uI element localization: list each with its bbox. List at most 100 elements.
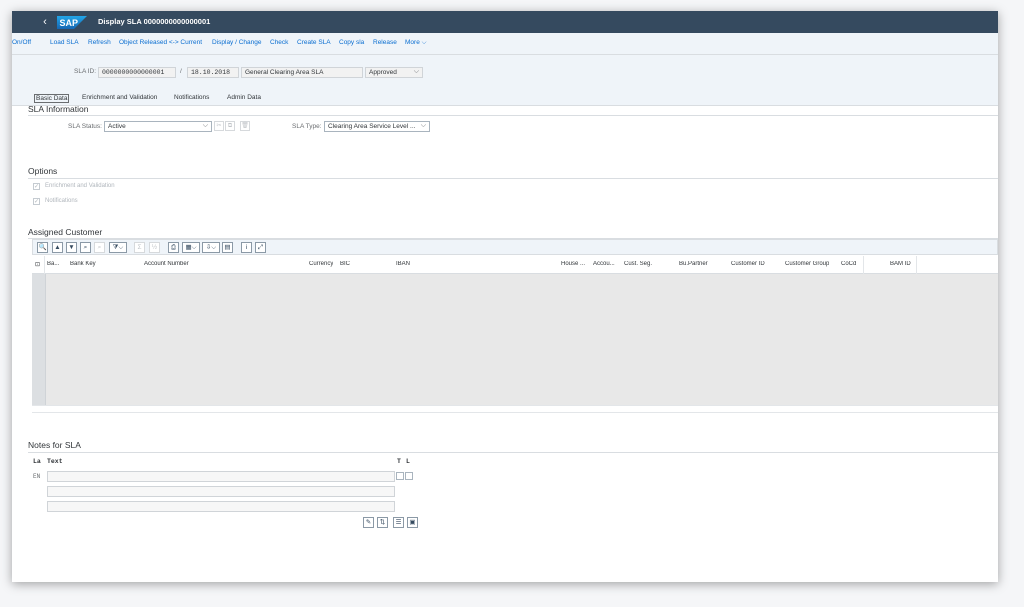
- on-off-button[interactable]: On/Off: [12, 39, 31, 46]
- enrichment-validation-checkbox[interactable]: ✓: [33, 183, 40, 190]
- copy-sla-button[interactable]: Copy sla: [339, 39, 364, 46]
- more-menu-button[interactable]: More ⌵: [405, 39, 427, 47]
- section-divider: [28, 178, 998, 179]
- note-text-input[interactable]: [47, 471, 395, 482]
- table-toolbar: 🔍 ▲ ▼ ⌕ ⌕ ⧩⌵ Σ ½ ⎙ ▦⌵ ⇩⌵ ▤ i ⤢: [32, 239, 998, 255]
- note-save-icon[interactable]: ▣: [407, 517, 418, 528]
- column-header[interactable]: CoCd: [841, 261, 856, 267]
- clear-icon[interactable]: ✂: [214, 121, 224, 131]
- filter-icon[interactable]: ⧩⌵: [109, 242, 127, 253]
- sla-type-label: SLA Type:: [292, 123, 322, 130]
- column-header[interactable]: House ...: [561, 261, 585, 267]
- approval-status-dropdown[interactable]: Approved ⌵: [365, 67, 423, 78]
- export-icon[interactable]: ⇩⌵: [202, 242, 220, 253]
- chevron-down-icon: ⌵: [421, 39, 427, 46]
- select-all-icon[interactable]: ⊡: [35, 261, 40, 268]
- sla-id-field[interactable]: 0000000000000001: [98, 67, 176, 78]
- layout-icon[interactable]: ▤: [222, 242, 233, 253]
- column-header[interactable]: Customer Group: [785, 261, 829, 267]
- note-edit-icon[interactable]: ✎: [363, 517, 374, 528]
- column-header[interactable]: Ba...: [47, 261, 69, 267]
- trash-icon[interactable]: 🗑: [240, 121, 250, 131]
- object-header: SLA ID: 0000000000000001 / 18.10.2018 Ge…: [12, 55, 998, 106]
- application-toolbar: On/Off Load SLA Refresh Object Released …: [12, 33, 998, 55]
- enrichment-validation-label: Enrichment and Validation: [45, 183, 115, 189]
- note-language: EN: [33, 473, 41, 480]
- notifications-checkbox[interactable]: ✓: [33, 198, 40, 205]
- column-header[interactable]: Cust. Seg.: [624, 261, 652, 267]
- check-button[interactable]: Check: [270, 39, 288, 46]
- assigned-customer-title: Assigned Customer: [28, 227, 103, 237]
- column-header[interactable]: Currency: [309, 261, 333, 267]
- sla-information-title: SLA Information: [28, 104, 89, 114]
- sap-logo-text: SAP: [60, 18, 79, 28]
- date-field[interactable]: 18.10.2018: [187, 67, 239, 78]
- row-selector-column[interactable]: [32, 274, 46, 405]
- app-window: ‹ SAP Display SLA 0000000000000001 On/Of…: [12, 11, 998, 582]
- more-label: More: [405, 39, 420, 46]
- note-sort-icon[interactable]: ⇅: [377, 517, 388, 528]
- chevron-down-icon: ⌵: [202, 122, 208, 129]
- tab-enrichment-validation[interactable]: Enrichment and Validation: [82, 94, 157, 101]
- section-divider: [28, 452, 998, 453]
- sla-id-label: SLA ID:: [74, 68, 97, 75]
- app-title: Display SLA 0000000000000001: [98, 17, 211, 26]
- customer-table-body[interactable]: [32, 274, 998, 405]
- sap-logo: SAP: [57, 16, 87, 29]
- copy-icon[interactable]: ⧉: [225, 121, 235, 131]
- notes-title: Notes for SLA: [28, 440, 81, 450]
- object-released-current-button[interactable]: Object Released <-> Current: [119, 39, 202, 46]
- note-text-input[interactable]: [47, 501, 395, 512]
- note-list-icon[interactable]: ☰: [393, 517, 404, 528]
- sla-type-value: Clearing Area Service Level ...: [328, 123, 416, 130]
- sort-descending-icon[interactable]: ▼: [66, 242, 77, 253]
- approval-status-value: Approved: [369, 69, 397, 76]
- note-text-input[interactable]: [47, 486, 395, 497]
- shell-bar: ‹ SAP Display SLA 0000000000000001: [12, 11, 998, 33]
- notes-text-header: Text: [47, 458, 63, 465]
- details-icon[interactable]: 🔍: [37, 242, 48, 253]
- sla-status-value: Active: [108, 123, 126, 130]
- info-icon[interactable]: i: [241, 242, 252, 253]
- note-t-checkbox[interactable]: [396, 472, 404, 480]
- column-header[interactable]: Bank Key: [70, 261, 96, 267]
- find-icon[interactable]: ⌕: [80, 242, 91, 253]
- subtotal-icon[interactable]: ½: [149, 242, 160, 253]
- notes-language-header: La: [33, 458, 41, 465]
- id-date-separator: /: [180, 68, 182, 75]
- note-l-checkbox[interactable]: [405, 472, 413, 480]
- column-header[interactable]: Account Number: [144, 261, 189, 267]
- horizontal-scrollbar[interactable]: [32, 405, 998, 413]
- tab-admin-data[interactable]: Admin Data: [227, 94, 261, 101]
- sla-status-dropdown[interactable]: Active ⌵: [104, 121, 212, 132]
- sla-status-label: SLA Status:: [68, 123, 102, 130]
- display-change-button[interactable]: Display / Change: [212, 39, 262, 46]
- column-header[interactable]: Accou...: [593, 261, 615, 267]
- column-header[interactable]: IBAN: [396, 261, 410, 267]
- sla-type-dropdown[interactable]: Clearing Area Service Level ... ⌵: [324, 121, 430, 132]
- create-sla-button[interactable]: Create SLA: [297, 39, 331, 46]
- options-title: Options: [28, 166, 58, 176]
- chevron-down-icon: ⌵: [413, 68, 419, 75]
- print-icon[interactable]: ⎙: [168, 242, 179, 253]
- sort-ascending-icon[interactable]: ▲: [52, 242, 63, 253]
- tab-basic-data[interactable]: Basic Data: [34, 94, 70, 103]
- notes-t-header: T: [397, 458, 401, 465]
- load-sla-button[interactable]: Load SLA: [50, 39, 79, 46]
- column-header[interactable]: BIC: [340, 261, 350, 267]
- sum-icon[interactable]: Σ: [134, 242, 145, 253]
- column-header[interactable]: Bu.Partner: [679, 261, 708, 267]
- column-settings-icon[interactable]: ⤢: [255, 242, 266, 253]
- column-header[interactable]: BAM ID: [890, 261, 911, 267]
- notes-l-header: L: [406, 458, 410, 465]
- column-header[interactable]: Customer ID: [731, 261, 765, 267]
- release-button[interactable]: Release: [373, 39, 397, 46]
- find-next-icon[interactable]: ⌕: [94, 242, 105, 253]
- section-divider: [28, 115, 998, 116]
- chevron-down-icon: ⌵: [420, 122, 426, 129]
- description-field[interactable]: General Clearing Area SLA: [241, 67, 363, 78]
- back-button[interactable]: ‹: [38, 15, 52, 29]
- view-icon[interactable]: ▦⌵: [182, 242, 200, 253]
- tab-notifications[interactable]: Notifications: [174, 94, 209, 101]
- refresh-button[interactable]: Refresh: [88, 39, 111, 46]
